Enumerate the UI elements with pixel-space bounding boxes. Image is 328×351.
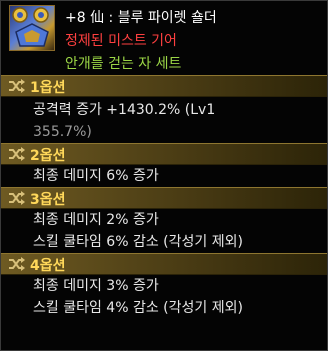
option-section-3: 3옵션 최종 데미지 2% 증가 스킬 쿨타임 6% 감소 (각성기 제외) [1, 187, 327, 253]
option-line: 355.7%) [33, 124, 92, 140]
option-line: 최종 데미지 6% 증가 [33, 168, 159, 184]
shuffle-icon [9, 257, 25, 271]
item-name: +8 仙 : 블루 파이렛 숄더 [65, 10, 217, 26]
option-header-4: 4옵션 [1, 253, 327, 275]
shuffle-icon [9, 79, 25, 93]
option-title: 2옵션 [30, 148, 66, 164]
option-line: 최종 데미지 2% 증가 [33, 212, 159, 228]
option-line: 공격력 증가 +1430.2% (Lv1 [33, 102, 216, 118]
option-line: 스킬 쿨타임 6% 감소 (각성기 제외) [33, 234, 243, 250]
shuffle-icon [9, 191, 25, 205]
option-line: 최종 데미지 3% 증가 [33, 278, 159, 294]
option-title: 3옵션 [30, 192, 66, 208]
item-icon[interactable] [9, 5, 55, 51]
option-section-4: 4옵션 최종 데미지 3% 증가 스킬 쿨타임 4% 감소 (각성기 제외) [1, 253, 327, 319]
option-header-3: 3옵션 [1, 187, 327, 209]
option-header-2: 2옵션 [1, 143, 327, 165]
item-grade: 정제된 미스트 기어 [65, 33, 177, 49]
option-title: 4옵션 [30, 258, 66, 274]
option-title: 1옵션 [30, 80, 66, 96]
option-section-2: 2옵션 최종 데미지 6% 증가 [1, 143, 327, 187]
option-section-1: 1옵션 공격력 증가 +1430.2% (Lv1 355.7%) [1, 75, 327, 143]
option-line: 스킬 쿨타임 4% 감소 (각성기 제외) [33, 300, 243, 316]
item-header: +8 仙 : 블루 파이렛 숄더 정제된 미스트 기어 안개를 걷는 자 세트 [1, 1, 327, 75]
item-set-name: 안개를 걷는 자 세트 [65, 56, 182, 72]
shuffle-icon [9, 147, 25, 161]
item-tooltip: +8 仙 : 블루 파이렛 숄더 정제된 미스트 기어 안개를 걷는 자 세트 … [0, 0, 328, 351]
option-header-1: 1옵션 [1, 75, 327, 97]
